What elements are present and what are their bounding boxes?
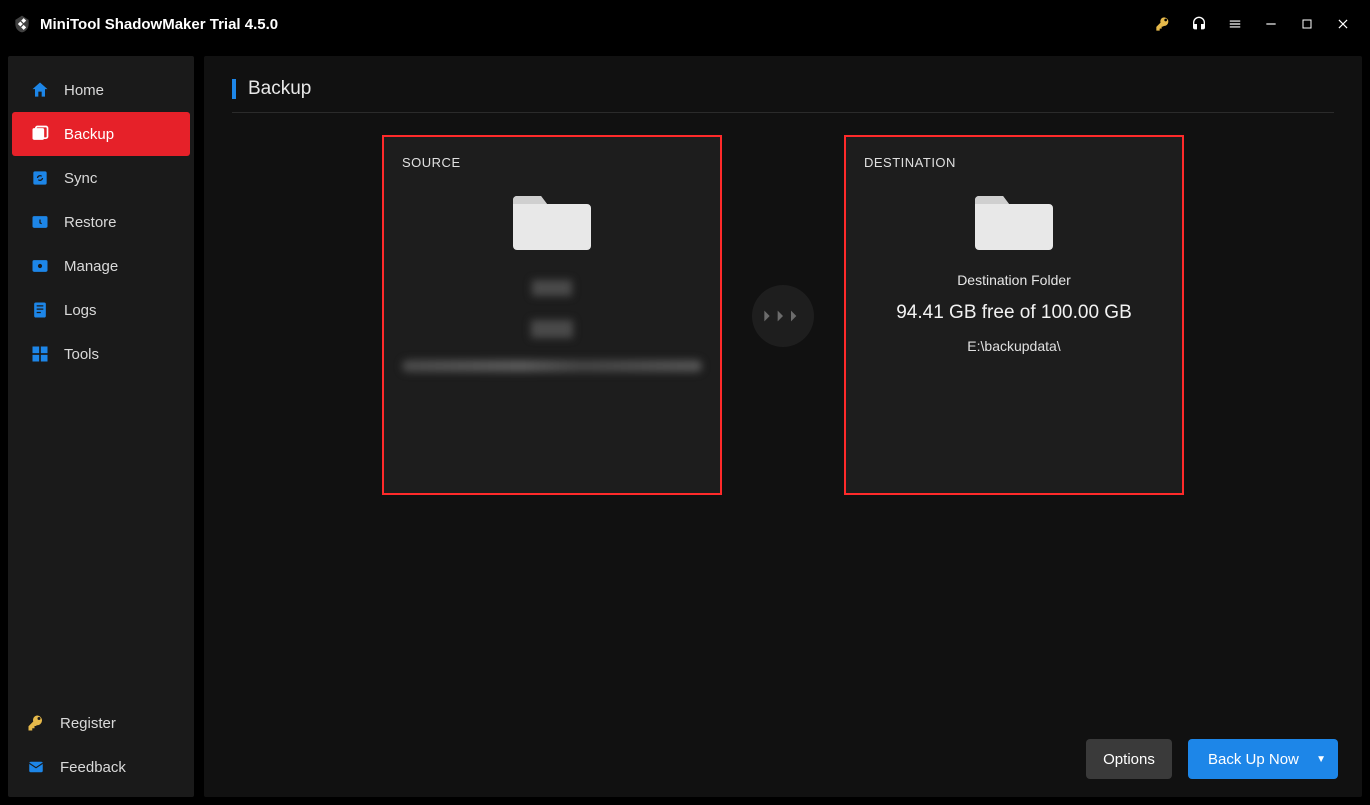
sidebar-item-label: Tools — [64, 346, 99, 363]
mail-icon — [26, 757, 46, 777]
sidebar-item-home[interactable]: Home — [12, 68, 190, 112]
destination-heading: DESTINATION — [864, 155, 956, 170]
source-redacted-bar — [402, 360, 702, 372]
sidebar-footer-label: Feedback — [60, 759, 126, 776]
sidebar-item-backup[interactable]: Backup — [12, 112, 190, 156]
key-icon — [26, 713, 46, 733]
source-panel[interactable]: SOURCE — [382, 135, 722, 495]
sidebar-item-label: Restore — [64, 214, 117, 231]
page-header: Backup — [232, 78, 1334, 113]
home-icon — [30, 80, 50, 100]
app-title: MiniTool ShadowMaker Trial 4.5.0 — [40, 16, 278, 33]
sidebar-item-sync[interactable]: Sync — [12, 156, 190, 200]
chevron-down-icon: ▼ — [1316, 754, 1326, 765]
minimize-button[interactable] — [1256, 9, 1286, 39]
folder-icon — [975, 188, 1053, 250]
logo-icon — [12, 14, 32, 34]
sidebar-item-manage[interactable]: Manage — [12, 244, 190, 288]
folder-icon — [513, 188, 591, 250]
source-heading: SOURCE — [402, 155, 461, 170]
sidebar-feedback[interactable]: Feedback — [8, 745, 194, 789]
sidebar: Home Backup Sync Restore Manage — [8, 56, 194, 797]
sidebar-item-restore[interactable]: Restore — [12, 200, 190, 244]
destination-title: Destination Folder — [957, 272, 1071, 288]
tools-icon — [30, 344, 50, 364]
sidebar-item-label: Sync — [64, 170, 97, 187]
destination-panel[interactable]: DESTINATION Destination Folder 94.41 GB … — [844, 135, 1184, 495]
backup-now-button[interactable]: Back Up Now ▼ — [1188, 739, 1338, 779]
restore-icon — [30, 212, 50, 232]
button-label: Options — [1103, 751, 1155, 768]
menu-icon[interactable] — [1220, 9, 1250, 39]
headset-icon[interactable] — [1184, 9, 1214, 39]
backup-icon — [30, 124, 50, 144]
manage-icon — [30, 256, 50, 276]
sync-icon — [30, 168, 50, 188]
sidebar-item-label: Home — [64, 82, 104, 99]
sidebar-item-label: Manage — [64, 258, 118, 275]
maximize-button[interactable] — [1292, 9, 1322, 39]
source-redacted-line — [531, 320, 573, 338]
titlebar: MiniTool ShadowMaker Trial 4.5.0 — [0, 0, 1370, 48]
destination-free-space: 94.41 GB free of 100.00 GB — [896, 302, 1132, 324]
button-label: Back Up Now — [1208, 751, 1299, 768]
sidebar-item-logs[interactable]: Logs — [12, 288, 190, 332]
main-panel: Backup SOURCE DESTI — [204, 56, 1362, 797]
sidebar-item-label: Backup — [64, 126, 114, 143]
destination-path: E:\backupdata\ — [967, 338, 1060, 354]
options-button[interactable]: Options — [1086, 739, 1172, 779]
sidebar-item-label: Logs — [64, 302, 97, 319]
app-logo: MiniTool ShadowMaker Trial 4.5.0 — [12, 14, 278, 34]
register-key-icon[interactable] — [1148, 9, 1178, 39]
logs-icon — [30, 300, 50, 320]
source-redacted-line — [532, 280, 572, 296]
transfer-arrow-icon — [752, 285, 814, 347]
sidebar-item-tools[interactable]: Tools — [12, 332, 190, 376]
page-title: Backup — [248, 78, 311, 100]
close-button[interactable] — [1328, 9, 1358, 39]
sidebar-register[interactable]: Register — [8, 701, 194, 745]
header-accent — [232, 79, 236, 99]
sidebar-footer-label: Register — [60, 715, 116, 732]
